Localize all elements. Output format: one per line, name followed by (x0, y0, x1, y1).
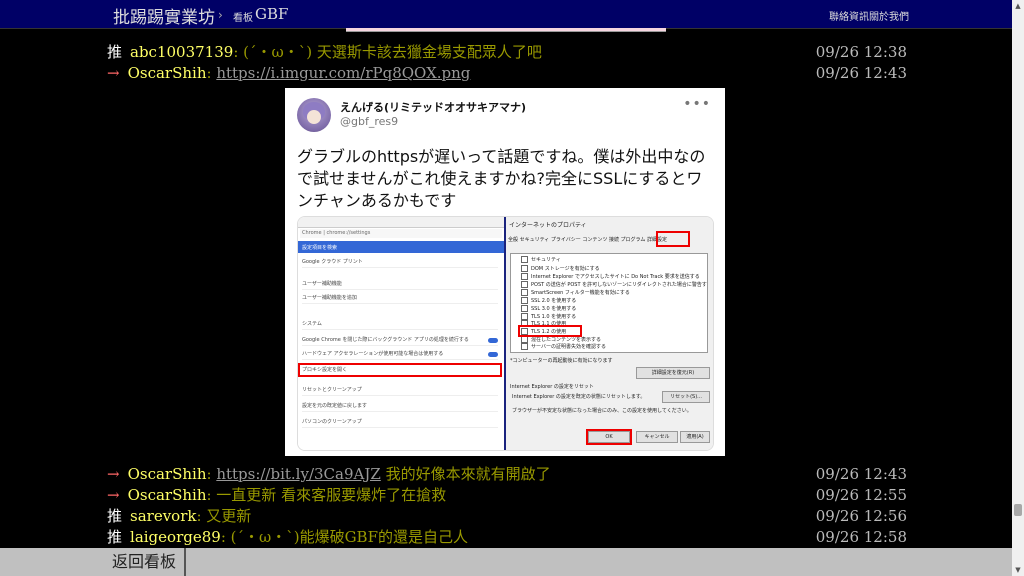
tweet-attached-screenshot: Chrome | chrome://settings 設定項目を検索 Googl… (297, 216, 714, 451)
settings-row: Google Chrome を閉じた際にバックグラウンド アプリの処理を続行する (302, 335, 498, 346)
breadcrumb-separator: › (218, 8, 223, 22)
vertical-scrollbar[interactable]: ▲ ▼ (1012, 0, 1024, 576)
push-content: : (´・ω・`) 天選斯卡該去獵金場支配眾人了吧 (233, 43, 542, 61)
push-time: 09/26 12:38 (815, 43, 907, 61)
breadcrumb-board-label: 看板 (233, 13, 253, 24)
embedded-tweet-image[interactable]: えんげる(リミテッドオオサキアマナ) @gbf_res9 ••• グラブルのht… (285, 88, 725, 456)
push-content: 我的好像本來就有開啟了 (380, 465, 551, 483)
tweet-text: グラブルのhttpsが遅いって話題ですね。僕は外出中なので試せませんがこれ使えま… (297, 147, 706, 210)
push-user: abc10037139 (130, 43, 234, 61)
option: サーバーの証明書失効を確認する (521, 343, 606, 350)
settings-row: パソコンのクリーンアップ (302, 417, 498, 428)
push-content: : 一直更新 看來客服要爆炸了在搶救 (206, 486, 447, 504)
dialog-note: *コンピューターの再起動後に有効になります (510, 358, 613, 364)
tweet-display-name: えんげる(リミテッドオオサキアマナ) (340, 101, 527, 114)
option: SmartScreen フィルター機能を有効にする (521, 289, 630, 296)
site-title-link[interactable]: 批踢踢實業坊 (113, 3, 215, 28)
settings-search: 設定項目を検索 (302, 245, 338, 251)
reset-heading: Internet Explorer の設定をリセット (510, 384, 594, 390)
bottom-bar: 返回看板 (0, 548, 1012, 576)
tweet-handle: @gbf_res9 (340, 115, 399, 128)
reset-text: Internet Explorer の設定を既定の状態にリセットします。 (512, 394, 646, 400)
settings-row: ユーザー補助機能を追加 (302, 293, 498, 304)
more-horizontal-icon: ••• (683, 96, 711, 112)
push-user: sarevork (130, 507, 197, 525)
push-row: → OscarShih: https://bit.ly/3Ca9AJZ 我的好像本… (107, 465, 907, 483)
push-user: OscarShih (127, 64, 207, 82)
breadcrumb-board-link[interactable]: GBF (255, 5, 288, 23)
contact-link[interactable]: 聯絡資訊 (829, 8, 869, 23)
options-list: セキュリティ DOM ストレージを有効にする Internet Explorer… (510, 253, 708, 353)
push-tag: 推 (107, 528, 123, 546)
top-nav-bar: 批踢踢實業坊 › 看板 GBF 聯絡資訊 關於我們 (0, 0, 1012, 29)
imgur-link[interactable]: https://i.imgur.com/rPq8QOX.png (216, 64, 470, 82)
internet-options-dialog: インターネットのプロパティ 全般 セキュリティ プライバシー コンテンツ 接続 … (506, 217, 713, 450)
avatar (297, 98, 331, 132)
restore-button: 詳細設定を復元(R) (636, 367, 710, 379)
push-time: 09/26 12:43 (815, 465, 907, 483)
reset-button: リセット(S)... (662, 391, 710, 403)
settings-row: システム (302, 319, 498, 330)
option: セキュリティ (521, 256, 561, 263)
dialog-tabs: 全般 セキュリティ プライバシー コンテンツ 接続 プログラム 詳細設定 (508, 237, 667, 243)
scrollbar-thumb[interactable] (1014, 504, 1022, 516)
about-link[interactable]: 關於我們 (869, 8, 909, 23)
push-user: laigeorge89 (130, 528, 221, 546)
push-row: 推 abc10037139: (´・ω・`) 天選斯卡該去獵金場支配眾人了吧 09… (107, 42, 907, 63)
push-content: : (´・ω・`)能爆破GBF的還是自己人 (220, 528, 468, 546)
option: Internet Explorer でアクセスしたサイトに Do Not Tra… (521, 273, 700, 280)
option: SSL 2.0 を使用する (521, 297, 576, 304)
settings-row: Google クラウド プリント (302, 257, 498, 268)
apply-button: 適用(A) (680, 431, 710, 443)
option: SSL 3.0 を使用する (521, 305, 576, 312)
bitly-link[interactable]: https://bit.ly/3Ca9AJZ (216, 465, 380, 483)
push-time: 09/26 12:55 (815, 486, 907, 504)
push-user: OscarShih (127, 486, 207, 504)
push-user: OscarShih (127, 465, 207, 483)
scroll-down-arrow-icon[interactable]: ▼ (1012, 564, 1024, 576)
option: DOM ストレージを有効にする (521, 265, 600, 272)
push-tag: → (107, 64, 120, 82)
settings-row: 設定を元の既定値に戻します (302, 401, 498, 412)
highlight-box (656, 231, 690, 247)
scroll-up-arrow-icon[interactable]: ▲ (1012, 0, 1024, 12)
push-row: → OscarShih: 一直更新 看來客服要爆炸了在搶救 09/26 12:55 (107, 485, 907, 506)
push-content: : 又更新 (196, 507, 252, 525)
previous-image-edge (346, 28, 666, 32)
push-tag: → (107, 465, 120, 483)
dialog-title: インターネットのプロパティ (509, 222, 587, 229)
push-tag: 推 (107, 507, 123, 525)
settings-row: ユーザー補助機能 (302, 279, 498, 290)
back-to-board-button[interactable]: 返回看板 (104, 548, 186, 576)
push-row: → OscarShih: https://i.imgur.com/rPq8QOX.… (107, 64, 907, 82)
push-tag: → (107, 486, 120, 504)
option: 混在したコンテンツを表示する (521, 336, 601, 343)
settings-row: リセットとクリーンアップ (302, 385, 498, 396)
highlight-box (518, 325, 582, 337)
highlight-box (298, 363, 502, 377)
push-row: 推 laigeorge89: (´・ω・`)能爆破GBF的還是自己人 09/26 … (107, 527, 907, 548)
push-row: 推 sarevork: 又更新 09/26 12:56 (107, 506, 907, 527)
highlight-box (586, 429, 632, 445)
settings-row: ハードウェア アクセラレーションが使用可能な場合は使用する (302, 349, 498, 360)
chrome-url: Chrome | chrome://settings (300, 229, 502, 238)
push-time: 09/26 12:56 (815, 507, 907, 525)
cancel-button: キャンセル (636, 431, 678, 443)
push-tag: 推 (107, 43, 123, 61)
push-time: 09/26 12:58 (815, 528, 907, 546)
chrome-settings-pane: Chrome | chrome://settings 設定項目を検索 Googl… (298, 217, 506, 450)
reset-warning: ブラウザーが不安定な状態になった場合にのみ、この設定を使用してください。 (512, 408, 692, 414)
option: TLS 1.0 を使用する (521, 313, 576, 320)
push-time: 09/26 12:43 (815, 64, 907, 82)
